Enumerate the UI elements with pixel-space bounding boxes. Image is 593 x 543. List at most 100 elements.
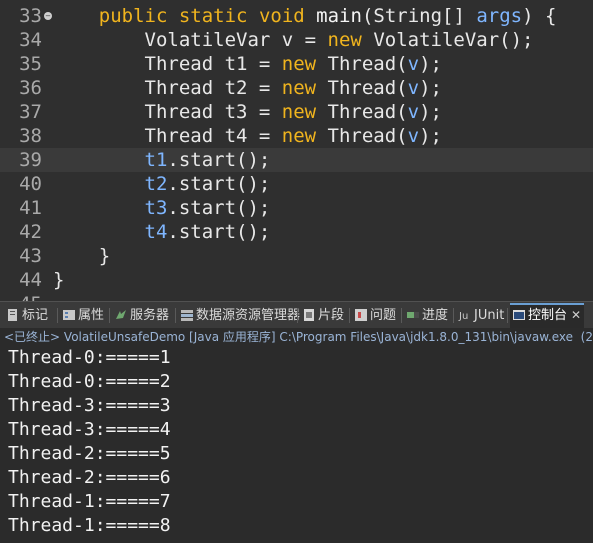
console-view[interactable]: <已终止> VolatileUnsafeDemo [Java 应用程序] C:\… bbox=[0, 328, 593, 543]
code-token: ); bbox=[419, 77, 442, 99]
tab-progress[interactable]: 进度 bbox=[404, 305, 451, 326]
console-output-line: Thread-0:=====2 bbox=[8, 371, 171, 392]
code-line[interactable]: 44} bbox=[0, 268, 593, 292]
line-number: 37 bbox=[19, 101, 42, 123]
code-line[interactable]: 43 } bbox=[0, 244, 593, 268]
line-number: 38 bbox=[19, 125, 42, 147]
tab-label: JUnit bbox=[474, 308, 505, 323]
code-line[interactable]: 35 Thread t1 = new Thread(v); bbox=[0, 52, 593, 76]
console-output-line: Thread-3:=====4 bbox=[8, 419, 171, 440]
ide-window: 33− public static void main(String[] arg… bbox=[0, 0, 593, 543]
console-output-line: Thread-0:=====1 bbox=[8, 347, 171, 368]
markers-icon bbox=[6, 308, 20, 322]
code-token: ) { bbox=[522, 5, 557, 27]
svg-text:Ju: Ju bbox=[458, 311, 468, 322]
code-token: new bbox=[281, 125, 317, 147]
code-token: v bbox=[407, 77, 420, 99]
tab-servers[interactable]: 服务器 bbox=[112, 305, 172, 326]
tab-label: 控制台 bbox=[528, 308, 568, 323]
code-text: t3.start(); bbox=[53, 196, 271, 220]
tab-console[interactable]: 控制台 ✕ bbox=[510, 303, 585, 328]
code-token: v bbox=[407, 125, 420, 147]
code-text: t2.start(); bbox=[53, 172, 271, 196]
code-line[interactable]: 36 Thread t2 = new Thread(v); bbox=[0, 76, 593, 100]
tab-properties[interactable]: 属性 bbox=[60, 305, 107, 326]
line-number: 34 bbox=[19, 29, 42, 51]
code-token: Thread( bbox=[316, 77, 408, 99]
line-number: 40 bbox=[19, 173, 42, 195]
code-token: void bbox=[258, 5, 305, 27]
code-token: args bbox=[476, 5, 523, 27]
code-line[interactable]: 42 t4.start(); bbox=[0, 220, 593, 244]
code-token: t2 bbox=[144, 173, 168, 195]
code-line[interactable]: 45 bbox=[0, 292, 593, 301]
code-editor[interactable]: 33− public static void main(String[] arg… bbox=[0, 0, 593, 301]
code-token: t3 bbox=[144, 197, 168, 219]
tab-separator bbox=[175, 308, 176, 323]
tab-junit[interactable]: Ju JUnit bbox=[456, 305, 507, 326]
code-token: VolatileVar(); bbox=[361, 29, 534, 51]
code-token: (String[] bbox=[361, 5, 477, 27]
tab-label: 属性 bbox=[78, 308, 105, 323]
code-text: public static void main(String[] args) { bbox=[53, 4, 557, 28]
tab-separator bbox=[453, 308, 454, 323]
console-output-line: Thread-2:=====6 bbox=[8, 467, 171, 488]
code-text: Thread t1 = new Thread(v); bbox=[53, 52, 442, 76]
console-output-line: Thread-1:=====8 bbox=[8, 515, 171, 536]
code-token: .start(); bbox=[167, 197, 271, 219]
code-token: main bbox=[316, 5, 362, 27]
line-number: 44 bbox=[19, 269, 42, 291]
tab-problems[interactable]: 问题 bbox=[352, 305, 399, 326]
code-text: Thread t4 = new Thread(v); bbox=[53, 124, 442, 148]
code-token: .start(); bbox=[167, 221, 271, 243]
view-tab-bar: 标记 属性 服务器 数据源资源管理器 片段 问题 进度 Ju JUnit 控制台 ✕ bbox=[0, 301, 593, 330]
code-token: .start(); bbox=[167, 149, 271, 171]
tab-snippets[interactable]: 片段 bbox=[300, 305, 347, 326]
snippets-icon bbox=[302, 308, 316, 322]
tab-separator bbox=[57, 308, 58, 323]
line-number: 35 bbox=[19, 53, 42, 75]
code-text: Thread t3 = new Thread(v); bbox=[53, 100, 442, 124]
code-text: } bbox=[53, 244, 110, 268]
code-token: .start(); bbox=[167, 173, 271, 195]
tab-separator bbox=[109, 308, 110, 323]
code-token: } bbox=[53, 245, 111, 267]
code-text: VolatileVar v = new VolatileVar(); bbox=[53, 28, 534, 52]
code-line[interactable]: 39 t1.start(); bbox=[0, 148, 593, 172]
code-token: t4 bbox=[144, 221, 168, 243]
fold-collapse-icon[interactable]: − bbox=[44, 12, 52, 20]
line-number: 33 bbox=[19, 5, 42, 27]
tab-markers[interactable]: 标记 bbox=[4, 305, 51, 326]
code-token: t1 bbox=[144, 149, 168, 171]
code-token: VolatileVar v = bbox=[53, 29, 328, 51]
close-icon[interactable]: ✕ bbox=[571, 308, 581, 322]
code-token: } bbox=[53, 269, 65, 291]
console-status-line: <已终止> VolatileUnsafeDemo [Java 应用程序] C:\… bbox=[4, 330, 593, 344]
code-token: Thread t3 = bbox=[53, 101, 282, 123]
code-line[interactable]: 33− public static void main(String[] arg… bbox=[0, 4, 593, 28]
code-line[interactable]: 41 t3.start(); bbox=[0, 196, 593, 220]
code-line[interactable]: 37 Thread t3 = new Thread(v); bbox=[0, 100, 593, 124]
tab-datasource[interactable]: 数据源资源管理器 bbox=[178, 305, 303, 326]
console-output-line: Thread-1:=====7 bbox=[8, 491, 171, 512]
code-token: ); bbox=[419, 53, 442, 75]
code-text: Thread t2 = new Thread(v); bbox=[53, 76, 442, 100]
code-token: Thread t4 = bbox=[53, 125, 282, 147]
line-number: 43 bbox=[19, 245, 42, 267]
code-text: t4.start(); bbox=[53, 220, 271, 244]
code-line[interactable]: 34 VolatileVar v = new VolatileVar(); bbox=[0, 28, 593, 52]
code-token: new bbox=[281, 101, 317, 123]
code-token: public bbox=[98, 5, 168, 27]
code-token: static bbox=[178, 5, 248, 27]
code-token: v bbox=[407, 53, 420, 75]
code-line[interactable]: 38 Thread t4 = new Thread(v); bbox=[0, 124, 593, 148]
progress-icon bbox=[406, 308, 420, 322]
tab-separator bbox=[507, 308, 508, 323]
code-token: Thread( bbox=[316, 53, 408, 75]
console-output-line: Thread-2:=====5 bbox=[8, 443, 171, 464]
code-line[interactable]: 40 t2.start(); bbox=[0, 172, 593, 196]
